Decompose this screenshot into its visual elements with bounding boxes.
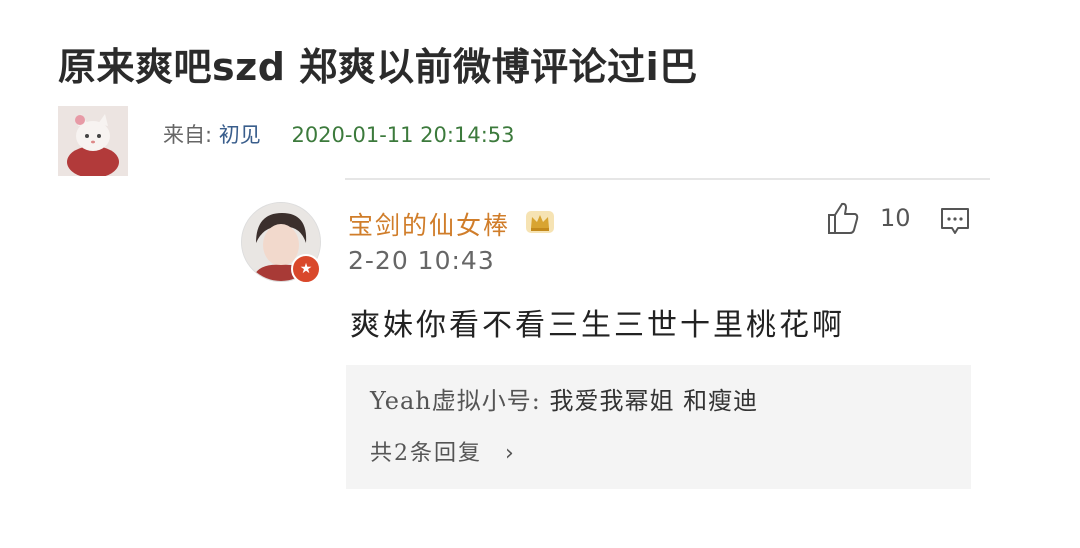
divider bbox=[345, 178, 990, 180]
reply-box[interactable]: Yeah虚拟小号: 我爱我幂姐 和瘦迪 共2条回复 › bbox=[346, 365, 971, 489]
crown-icon bbox=[526, 211, 554, 233]
more-replies-link[interactable]: 共2条回复 › bbox=[370, 435, 516, 467]
cat-avatar-image bbox=[58, 106, 128, 176]
source-label: 来自: bbox=[163, 123, 213, 147]
commenter-username[interactable]: 宝剑的仙女棒 bbox=[348, 206, 510, 242]
reply-username[interactable]: Yeah虚拟小号: bbox=[370, 387, 541, 415]
like-count: 10 bbox=[880, 204, 911, 232]
comment-text: 爽妹你看不看三生三世十里桃花啊 bbox=[350, 308, 845, 343]
post-title: 原来爽吧szd 郑爽以前微博评论过i巴 bbox=[58, 45, 698, 89]
reply-line: Yeah虚拟小号: 我爱我幂姐 和瘦迪 bbox=[370, 381, 758, 416]
source-link[interactable]: 初见 bbox=[219, 123, 261, 147]
post-meta: 来自: 初见 2020-01-11 20:14:53 bbox=[163, 119, 515, 149]
verified-badge-icon: ★ bbox=[291, 254, 321, 284]
poster-avatar[interactable] bbox=[58, 106, 128, 176]
like-icon[interactable] bbox=[826, 200, 860, 236]
reply-icon[interactable] bbox=[939, 205, 971, 237]
more-replies-label: 共2条回复 bbox=[370, 441, 482, 466]
chevron-right-icon: › bbox=[505, 441, 516, 466]
commenter-avatar[interactable]: ★ bbox=[241, 202, 321, 284]
comment-time: 2-20 10:43 bbox=[348, 246, 495, 275]
reply-text: 我爱我幂姐 和瘦迪 bbox=[549, 387, 759, 415]
post-date: 2020-01-11 20:14:53 bbox=[291, 123, 515, 147]
